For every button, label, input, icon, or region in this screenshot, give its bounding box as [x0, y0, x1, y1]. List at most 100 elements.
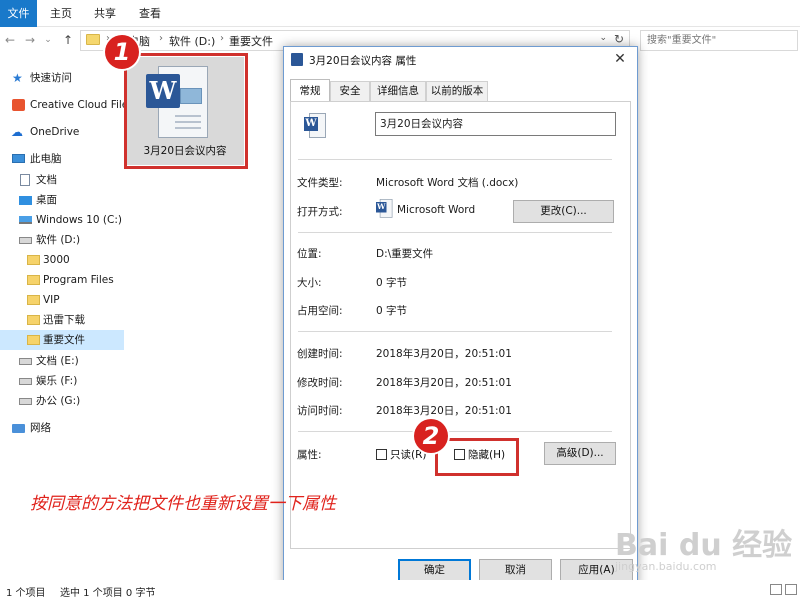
sidebar-item-thunder-downloads[interactable]: 迅雷下载 — [0, 310, 124, 330]
properties-dialog: 3月20日会议内容 属性 ✕ 常规 安全 详细信息 以前的版本 W 3月20日会… — [283, 46, 638, 590]
sidebar-item-label: 快速访问 — [30, 72, 72, 84]
sidebar-item-folder-3000[interactable]: 3000 — [0, 250, 124, 270]
sidebar-item-this-pc[interactable]: 此电脑 — [0, 149, 124, 169]
accessed-value: 2018年3月20日，20:51:01 — [376, 405, 512, 417]
tab-previous-versions[interactable]: 以前的版本 — [426, 81, 488, 101]
breadcrumb-drive-d[interactable]: 软件 (D:) — [169, 33, 215, 49]
breadcrumb-separator: › — [220, 33, 224, 44]
breadcrumb-folder[interactable]: 重要文件 — [229, 33, 273, 49]
up-arrow-icon[interactable]: ↑ — [60, 32, 76, 48]
tab-details[interactable]: 详细信息 — [370, 81, 426, 101]
sidebar-item-creative-cloud[interactable]: Creative Cloud Files — [0, 95, 124, 115]
recent-locations-chevron-icon[interactable]: ⌄ — [40, 32, 56, 48]
ribbon: 文件 主页 共享 查看 — [0, 0, 800, 27]
sidebar-item-drive-g[interactable]: 办公 (G:) — [0, 391, 124, 411]
search-input[interactable]: 搜索"重要文件" — [640, 30, 798, 51]
breadcrumb-separator: › — [159, 33, 163, 44]
ok-button[interactable]: 确定 — [398, 559, 471, 582]
size-on-disk-label: 占用空间: — [297, 305, 343, 317]
sidebar-item-label: 重要文件 — [43, 334, 85, 346]
sidebar-item-vip[interactable]: VIP — [0, 290, 124, 310]
drive-icon — [19, 378, 32, 385]
sidebar-item-label: 此电脑 — [30, 153, 62, 165]
change-button[interactable]: 更改(C)... — [513, 200, 614, 223]
sidebar-item-label: 文档 (E:) — [36, 355, 79, 367]
drive-icon — [19, 358, 32, 365]
ribbon-tab-file[interactable]: 文件 — [0, 0, 37, 27]
sidebar-item-label: 桌面 — [36, 194, 57, 206]
ribbon-tab-view[interactable]: 查看 — [130, 0, 170, 27]
word-document-icon — [291, 53, 303, 66]
created-label: 创建时间: — [297, 348, 343, 360]
sidebar-item-onedrive[interactable]: ☁ OneDrive — [0, 122, 124, 142]
file-type-value: Microsoft Word 文档 (.docx) — [376, 177, 519, 189]
quick-access-star-icon: ★ — [12, 71, 23, 85]
sidebar-item-program-files[interactable]: Program Files — [0, 270, 124, 290]
ribbon-tab-share[interactable]: 共享 — [85, 0, 125, 27]
onedrive-cloud-icon: ☁ — [11, 125, 23, 139]
watermark-brand: Bai du 经验 — [615, 528, 793, 563]
divider — [298, 159, 612, 160]
sidebar-item-documents[interactable]: 文档 — [0, 170, 124, 190]
advanced-button[interactable]: 高级(D)... — [544, 442, 616, 465]
watermark-url: jingyan.baidu.com — [615, 560, 717, 573]
sidebar-item-drive-d[interactable]: 软件 (D:) — [0, 230, 124, 250]
attributes-label: 属性: — [297, 449, 322, 461]
refresh-icon[interactable]: ↻ — [614, 32, 624, 46]
folder-icon — [27, 295, 40, 305]
readonly-checkbox[interactable] — [376, 449, 387, 460]
file-type-label: 文件类型: — [297, 177, 343, 189]
item-count: 1 个项目 — [6, 588, 46, 599]
status-bar: 1 个项目 选中 1 个项目 0 字节 — [0, 580, 800, 600]
sidebar-item-quick-access[interactable]: ★ 快速访问 — [0, 68, 124, 88]
modified-value: 2018年3月20日，20:51:01 — [376, 377, 512, 389]
sidebar-item-desktop[interactable]: 桌面 — [0, 190, 124, 210]
folder-icon — [27, 335, 40, 345]
sidebar-item-label: 娱乐 (F:) — [36, 375, 78, 387]
cancel-button[interactable]: 取消 — [479, 559, 552, 582]
documents-icon — [20, 174, 30, 186]
baidu-watermark: Bai du 经验 jingyan.baidu.com — [615, 520, 792, 580]
folder-icon — [27, 255, 40, 265]
file-name-field[interactable]: 3月20日会议内容 — [375, 112, 616, 136]
size-label: 大小: — [297, 277, 322, 289]
close-icon[interactable]: ✕ — [609, 49, 631, 69]
large-icons-view-icon[interactable] — [785, 584, 797, 595]
sidebar-item-label: OneDrive — [30, 126, 80, 138]
general-tab-panel — [290, 101, 631, 549]
step-marker-2: 2 — [414, 419, 448, 453]
address-dropdown-icon[interactable]: ⌄ — [599, 33, 607, 43]
this-pc-icon — [12, 154, 25, 163]
created-value: 2018年3月20日，20:51:01 — [376, 348, 512, 360]
sidebar-item-label: Creative Cloud Files — [30, 99, 124, 111]
forward-arrow-icon[interactable]: → — [22, 32, 38, 48]
accessed-label: 访问时间: — [297, 405, 343, 417]
dialog-title: 3月20日会议内容 属性 — [309, 55, 417, 67]
ribbon-tab-home[interactable]: 主页 — [40, 0, 82, 27]
sidebar-item-important-files[interactable]: 重要文件 — [0, 330, 124, 350]
tab-security[interactable]: 安全 — [330, 81, 370, 101]
sidebar-item-network[interactable]: 网络 — [0, 418, 124, 438]
drive-icon — [19, 237, 32, 244]
divider — [298, 431, 612, 432]
location-label: 位置: — [297, 248, 322, 260]
creative-cloud-icon — [12, 99, 25, 111]
sidebar-item-drive-f[interactable]: 娱乐 (F:) — [0, 371, 124, 391]
windows-drive-icon — [19, 216, 32, 224]
network-icon — [12, 424, 25, 433]
sidebar-item-label: 文档 — [36, 174, 57, 186]
sidebar-item-drive-c[interactable]: Windows 10 (C:) — [0, 210, 124, 230]
back-arrow-icon[interactable]: ← — [2, 32, 18, 48]
sidebar-item-label: VIP — [43, 294, 60, 306]
tab-general[interactable]: 常规 — [290, 79, 330, 101]
dialog-titlebar[interactable]: 3月20日会议内容 属性 ✕ — [284, 47, 637, 73]
details-view-icon[interactable] — [770, 584, 782, 595]
sidebar-item-drive-e[interactable]: 文档 (E:) — [0, 351, 124, 371]
sidebar-item-label: Windows 10 (C:) — [36, 214, 122, 226]
modified-label: 修改时间: — [297, 377, 343, 389]
location-value: D:\重要文件 — [376, 248, 434, 260]
folder-icon — [86, 34, 100, 45]
size-value: 0 字节 — [376, 277, 408, 289]
opens-with-label: 打开方式: — [297, 206, 343, 218]
opens-with-value: Microsoft Word — [397, 204, 476, 216]
